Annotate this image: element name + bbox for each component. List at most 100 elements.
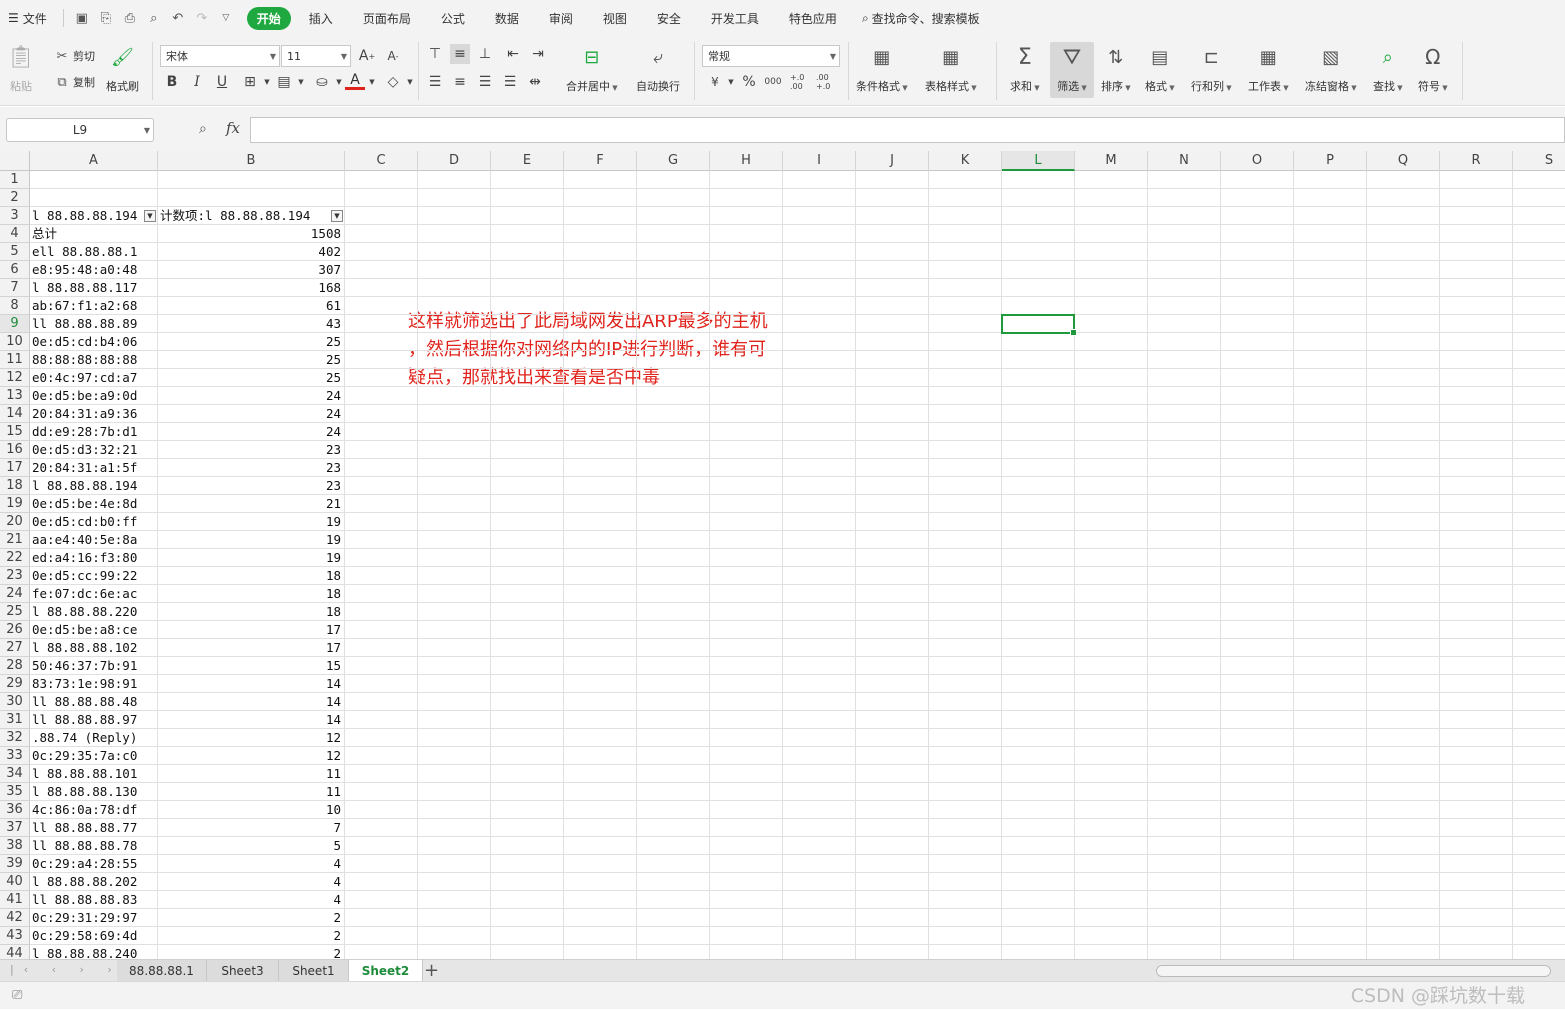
table-cell-count[interactable]: 18 <box>158 585 345 603</box>
row-header-4[interactable]: 4 <box>0 225 30 243</box>
table-cell-count[interactable]: 2 <box>158 909 345 927</box>
table-cell-count[interactable]: 4 <box>158 855 345 873</box>
menu-tab-2[interactable]: 页面布局 <box>351 7 423 30</box>
font-color-dropdown[interactable]: ▼ <box>362 72 382 92</box>
table-cell-source[interactable]: 88:88:88:88:88 <box>30 351 158 369</box>
table-cell-count[interactable]: 23 <box>158 477 345 495</box>
row-header-2[interactable]: 2 <box>0 189 30 207</box>
table-cell-count[interactable]: 2 <box>158 927 345 945</box>
row-header-10[interactable]: 10 <box>0 333 30 351</box>
row-header-32[interactable]: 32 <box>0 729 30 747</box>
format-button[interactable]: ▤ 格式 ▼ <box>1145 44 1175 94</box>
table-cell-count[interactable]: 17 <box>158 639 345 657</box>
spreadsheet-grid[interactable]: 这样就筛选出了此局域网发出ARP最多的主机 ，然后根据你对网络内的IP进行判断，… <box>0 151 1565 959</box>
font-shrink-button[interactable]: A- <box>383 46 403 66</box>
row-header-23[interactable]: 23 <box>0 567 30 585</box>
row-header-27[interactable]: 27 <box>0 639 30 657</box>
row-header-41[interactable]: 41 <box>0 891 30 909</box>
table-cell-source[interactable]: 0e:d5:be:4e:8d <box>30 495 158 513</box>
table-cell-source[interactable]: 0e:d5:be:a8:ce <box>30 621 158 639</box>
row-header-12[interactable]: 12 <box>0 369 30 387</box>
row-header-18[interactable]: 18 <box>0 477 30 495</box>
table-cell-count[interactable]: 19 <box>158 513 345 531</box>
row-header-30[interactable]: 30 <box>0 693 30 711</box>
row-header-31[interactable]: 31 <box>0 711 30 729</box>
pivot-row-filter-dropdown[interactable]: ▼ <box>144 210 156 222</box>
pivot-value-field-header[interactable]: 计数项:l 88.88.88.194 <box>158 207 345 225</box>
table-cell-source[interactable]: 83:73:1e:98:91 <box>30 675 158 693</box>
table-cell-count[interactable]: 18 <box>158 567 345 585</box>
redo-icon[interactable]: ↷ <box>192 8 212 28</box>
conditional-format-button[interactable]: ▦ 条件格式 ▼ <box>856 44 908 94</box>
symbol-button[interactable]: Ω 符号 ▼ <box>1418 44 1448 94</box>
column-header-F[interactable]: F <box>564 151 637 171</box>
table-cell-count[interactable]: 4 <box>158 891 345 909</box>
horizontal-scrollbar[interactable] <box>1156 965 1551 977</box>
table-cell-source[interactable]: 0c:29:58:69:4d <box>30 927 158 945</box>
table-cell-source[interactable]: 0e:d5:d3:32:21 <box>30 441 158 459</box>
table-cell-source[interactable]: ll 88.88.88.89 <box>30 315 158 333</box>
row-header-29[interactable]: 29 <box>0 675 30 693</box>
row-header-38[interactable]: 38 <box>0 837 30 855</box>
select-all-corner[interactable] <box>0 151 30 171</box>
row-header-16[interactable]: 16 <box>0 441 30 459</box>
row-header-35[interactable]: 35 <box>0 783 30 801</box>
table-cell-source[interactable]: 0e:d5:cc:99:22 <box>30 567 158 585</box>
table-cell-count[interactable]: 10 <box>158 801 345 819</box>
menu-tab-4[interactable]: 数据 <box>483 7 531 30</box>
table-cell-source[interactable]: aa:e4:40:5e:8a <box>30 531 158 549</box>
sheet-tab-3[interactable]: Sheet2 <box>349 960 423 981</box>
menu-tab-6[interactable]: 视图 <box>591 7 639 30</box>
row-header-21[interactable]: 21 <box>0 531 30 549</box>
row-header-13[interactable]: 13 <box>0 387 30 405</box>
table-cell-source[interactable]: ll 88.88.88.48 <box>30 693 158 711</box>
table-cell-count[interactable]: 24 <box>158 405 345 423</box>
table-cell-count[interactable]: 23 <box>158 441 345 459</box>
table-cell-count[interactable]: 307 <box>158 261 345 279</box>
table-cell-source[interactable]: ab:67:f1:a2:68 <box>30 297 158 315</box>
table-cell-count[interactable]: 17 <box>158 621 345 639</box>
table-cell-source[interactable]: 20:84:31:a1:5f <box>30 459 158 477</box>
table-cell-count[interactable]: 402 <box>158 243 345 261</box>
table-cell-source[interactable]: fe:07:dc:6e:ac <box>30 585 158 603</box>
table-cell-source[interactable]: 0c:29:a4:28:55 <box>30 855 158 873</box>
table-cell-source[interactable]: l 88.88.88.117 <box>30 279 158 297</box>
table-cell-source[interactable]: ll 88.88.88.78 <box>30 837 158 855</box>
file-menu[interactable]: ☰ 文件 <box>8 10 47 27</box>
table-cell-source[interactable]: 0e:d5:cd:b4:06 <box>30 333 158 351</box>
row-header-36[interactable]: 36 <box>0 801 30 819</box>
print-preview-icon[interactable]: ⌕ <box>144 8 164 28</box>
row-header-25[interactable]: 25 <box>0 603 30 621</box>
row-header-34[interactable]: 34 <box>0 765 30 783</box>
copy-button[interactable]: ⧉ 复制 <box>54 74 95 90</box>
table-cell-count[interactable]: 12 <box>158 729 345 747</box>
decrease-indent-button[interactable]: ⇤ <box>503 44 523 64</box>
table-cell-count[interactable]: 7 <box>158 819 345 837</box>
column-header-K[interactable]: K <box>929 151 1002 171</box>
align-bottom-button[interactable]: ⊥ <box>475 44 495 64</box>
fx-icon[interactable]: fx <box>226 119 240 137</box>
table-cell-source[interactable]: l 88.88.88.102 <box>30 639 158 657</box>
row-header-5[interactable]: 5 <box>0 243 30 261</box>
align-middle-button[interactable]: ≡ <box>450 44 470 64</box>
name-box[interactable]: L9 ▼ <box>6 118 154 142</box>
decrease-decimal-button[interactable]: .00 +.0 <box>816 72 842 92</box>
table-cell-source[interactable]: e8:95:48:a0:48 <box>30 261 158 279</box>
row-header-39[interactable]: 39 <box>0 855 30 873</box>
table-cell-source[interactable]: l 88.88.88.202 <box>30 873 158 891</box>
cut-button[interactable]: ✂ 剪切 <box>54 48 95 64</box>
thousands-button[interactable]: 000 <box>763 72 783 92</box>
menu-tab-7[interactable]: 安全 <box>645 7 693 30</box>
row-header-33[interactable]: 33 <box>0 747 30 765</box>
column-header-C[interactable]: C <box>345 151 418 171</box>
table-cell-source[interactable]: l 88.88.88.240 <box>30 945 158 959</box>
sheet-tab-2[interactable]: Sheet1 <box>279 960 349 981</box>
table-cell-source[interactable]: dd:e9:28:7b:d1 <box>30 423 158 441</box>
table-cell-source[interactable]: l 88.88.88.194 <box>30 477 158 495</box>
increase-decimal-button[interactable]: +.0 .00 <box>790 72 816 92</box>
table-cell-source[interactable]: .88.74 (Reply) <box>30 729 158 747</box>
row-header-3[interactable]: 3 <box>0 207 30 225</box>
quick-access-dropdown-icon[interactable]: ▽ <box>216 8 236 28</box>
sheet-tab-1[interactable]: Sheet3 <box>207 960 279 981</box>
row-header-9[interactable]: 9 <box>0 315 30 333</box>
